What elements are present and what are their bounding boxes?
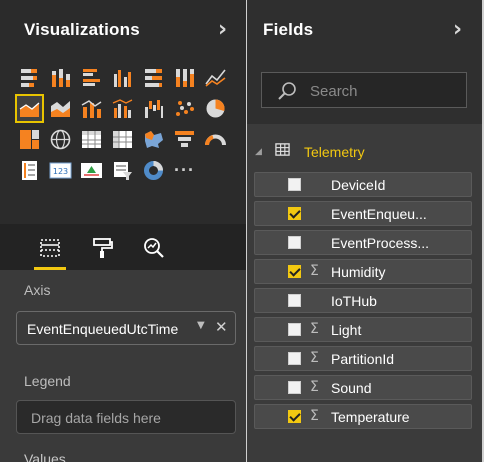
field-name: Humidity [331,264,386,280]
field-name: EventEnqueu... [331,206,427,222]
visualizations-pane: Visualizations › 123 ··· Axis EventEnque… [0,0,246,462]
field-checkbox[interactable] [288,352,301,365]
field-row-partitionid[interactable]: Σ PartitionId [254,346,472,371]
line-chart-icon[interactable] [202,64,229,91]
field-checkbox[interactable] [288,410,301,423]
sigma-icon: Σ [310,263,319,279]
legend-label: Legend [24,373,71,389]
visualization-tabs [0,224,246,270]
table-icon[interactable] [78,126,105,153]
stacked-area-icon[interactable] [47,95,74,122]
stacked-bar-icon[interactable] [16,64,43,91]
visual-types-grid: 123 ··· [15,64,236,184]
svg-text:123: 123 [53,167,68,176]
search-icon [276,80,298,107]
field-checkbox[interactable] [288,236,301,249]
line-and-clustered-column-icon[interactable] [109,95,136,122]
field-row-light[interactable]: Σ Light [254,317,472,342]
field-name: IoTHub [331,293,377,309]
axis-field-pill[interactable]: EventEnqueuedUtcTime ▼ ✕ [16,311,236,345]
stacked-column-icon[interactable] [47,64,74,91]
chevron-right-icon[interactable]: › [453,18,462,42]
field-row-eventenqueued[interactable]: EventEnqueu... [254,201,472,226]
clustered-column-icon[interactable] [109,64,136,91]
table-grid-icon [275,142,290,162]
kpi-icon[interactable] [78,157,105,184]
collapse-triangle-icon[interactable]: ◢ [255,147,271,157]
line-and-stacked-column-icon[interactable] [78,95,105,122]
fields-tab-icon[interactable] [34,232,66,270]
slicer-icon[interactable] [109,157,136,184]
field-row-humidity[interactable]: Σ Humidity [254,259,472,284]
waterfall-icon[interactable] [140,95,167,122]
chevron-right-icon[interactable]: › [218,18,227,42]
field-name: Temperature [331,409,410,425]
close-icon[interactable]: ✕ [215,318,228,336]
fields-pane: Fields › ◢ Telemetry DeviceId EventEnque… [247,0,482,462]
axis-label: Axis [24,282,51,298]
card-icon[interactable]: 123 [47,157,74,184]
format-paint-roller-icon[interactable] [86,232,118,264]
more-visuals-icon[interactable]: ··· [171,157,198,184]
sigma-icon: Σ [310,379,319,395]
search-input[interactable] [308,80,452,102]
sigma-icon: Σ [310,350,319,366]
field-name: DeviceId [331,177,386,193]
funnel-icon[interactable] [171,126,198,153]
values-label: Values [24,451,66,462]
matrix-icon[interactable] [109,126,136,153]
visualizations-title: Visualizations [24,20,140,39]
area-chart-icon[interactable] [15,94,44,123]
field-row-temperature[interactable]: Σ Temperature [254,404,472,429]
analytics-magnifier-icon[interactable] [138,232,170,264]
table-telemetry[interactable]: ◢ Telemetry [255,142,365,162]
field-checkbox[interactable] [288,294,301,307]
field-name: Light [331,322,362,338]
field-checkbox[interactable] [288,323,301,336]
table-name: Telemetry [304,144,365,160]
100-stacked-bar-icon[interactable] [140,64,167,91]
fields-list: ◢ Telemetry DeviceId EventEnqueu... Even… [247,124,482,462]
fields-search-box[interactable] [261,72,467,108]
field-row-iothub[interactable]: IoTHub [254,288,472,313]
field-wells: Axis EventEnqueuedUtcTime ▼ ✕ Legend Dra… [0,270,246,462]
multi-row-card-icon[interactable] [16,157,43,184]
scatter-chart-icon[interactable] [171,95,198,122]
field-checkbox[interactable] [288,265,301,278]
field-checkbox[interactable] [288,178,301,191]
axis-field-value: EventEnqueuedUtcTime [27,321,179,337]
chevron-down-icon[interactable]: ▼ [197,320,205,331]
pie-chart-icon[interactable] [202,95,229,122]
clustered-bar-icon[interactable] [78,64,105,91]
legend-drop-zone[interactable]: Drag data fields here [16,400,236,434]
field-name: Sound [331,380,372,396]
map-icon[interactable] [47,126,74,153]
field-row-eventprocessed[interactable]: EventProcess... [254,230,472,255]
field-checkbox[interactable] [288,381,301,394]
field-row-sound[interactable]: Σ Sound [254,375,472,400]
field-row-deviceid[interactable]: DeviceId [254,172,472,197]
gauge-icon[interactable] [202,126,229,153]
legend-placeholder: Drag data fields here [31,410,161,426]
sigma-icon: Σ [310,408,319,424]
donut-chart-icon[interactable] [140,157,167,184]
fields-title: Fields [263,20,314,39]
filled-map-icon[interactable] [140,126,167,153]
field-name: PartitionId [331,351,395,367]
100-stacked-column-icon[interactable] [171,64,198,91]
sigma-icon: Σ [310,321,319,337]
treemap-icon[interactable] [16,126,43,153]
field-name: EventProcess... [331,235,430,251]
field-checkbox[interactable] [288,207,301,220]
